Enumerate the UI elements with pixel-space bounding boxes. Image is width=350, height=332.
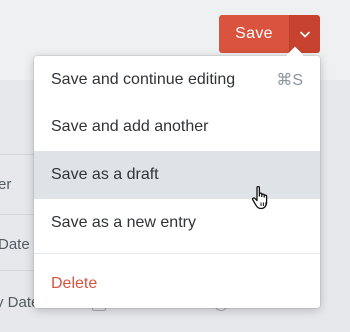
menu-item-save-as-new-entry[interactable]: Save as a new entry	[34, 199, 320, 247]
menu-item-label: Delete	[51, 275, 98, 292]
menu-item-save-and-add-another[interactable]: Save and add another	[34, 103, 320, 151]
field-label-date: Date	[0, 236, 30, 253]
menu-separator	[34, 253, 320, 254]
menu-item-save-and-continue[interactable]: Save and continue editing ⌘S	[34, 56, 320, 104]
pointer-hand-icon	[251, 185, 268, 210]
menu-item-label: Save as a draft	[51, 166, 159, 183]
menu-item-label: Save and add another	[51, 118, 209, 135]
save-options-menu: Save and continue editing ⌘S Save and ad…	[34, 46, 320, 308]
menu-item-delete[interactable]: Delete	[34, 260, 320, 308]
menu-item-label: Save as a new entry	[51, 214, 196, 231]
save-button[interactable]: Save	[219, 15, 289, 53]
keyboard-shortcut: ⌘S	[276, 72, 303, 89]
menu-item-save-as-draft[interactable]: Save as a draft	[34, 151, 320, 199]
chevron-down-icon	[300, 31, 310, 37]
menu-item-label: Save and continue editing	[51, 71, 236, 88]
field-label-author: er	[0, 176, 12, 193]
save-split-button: Save	[219, 15, 320, 53]
